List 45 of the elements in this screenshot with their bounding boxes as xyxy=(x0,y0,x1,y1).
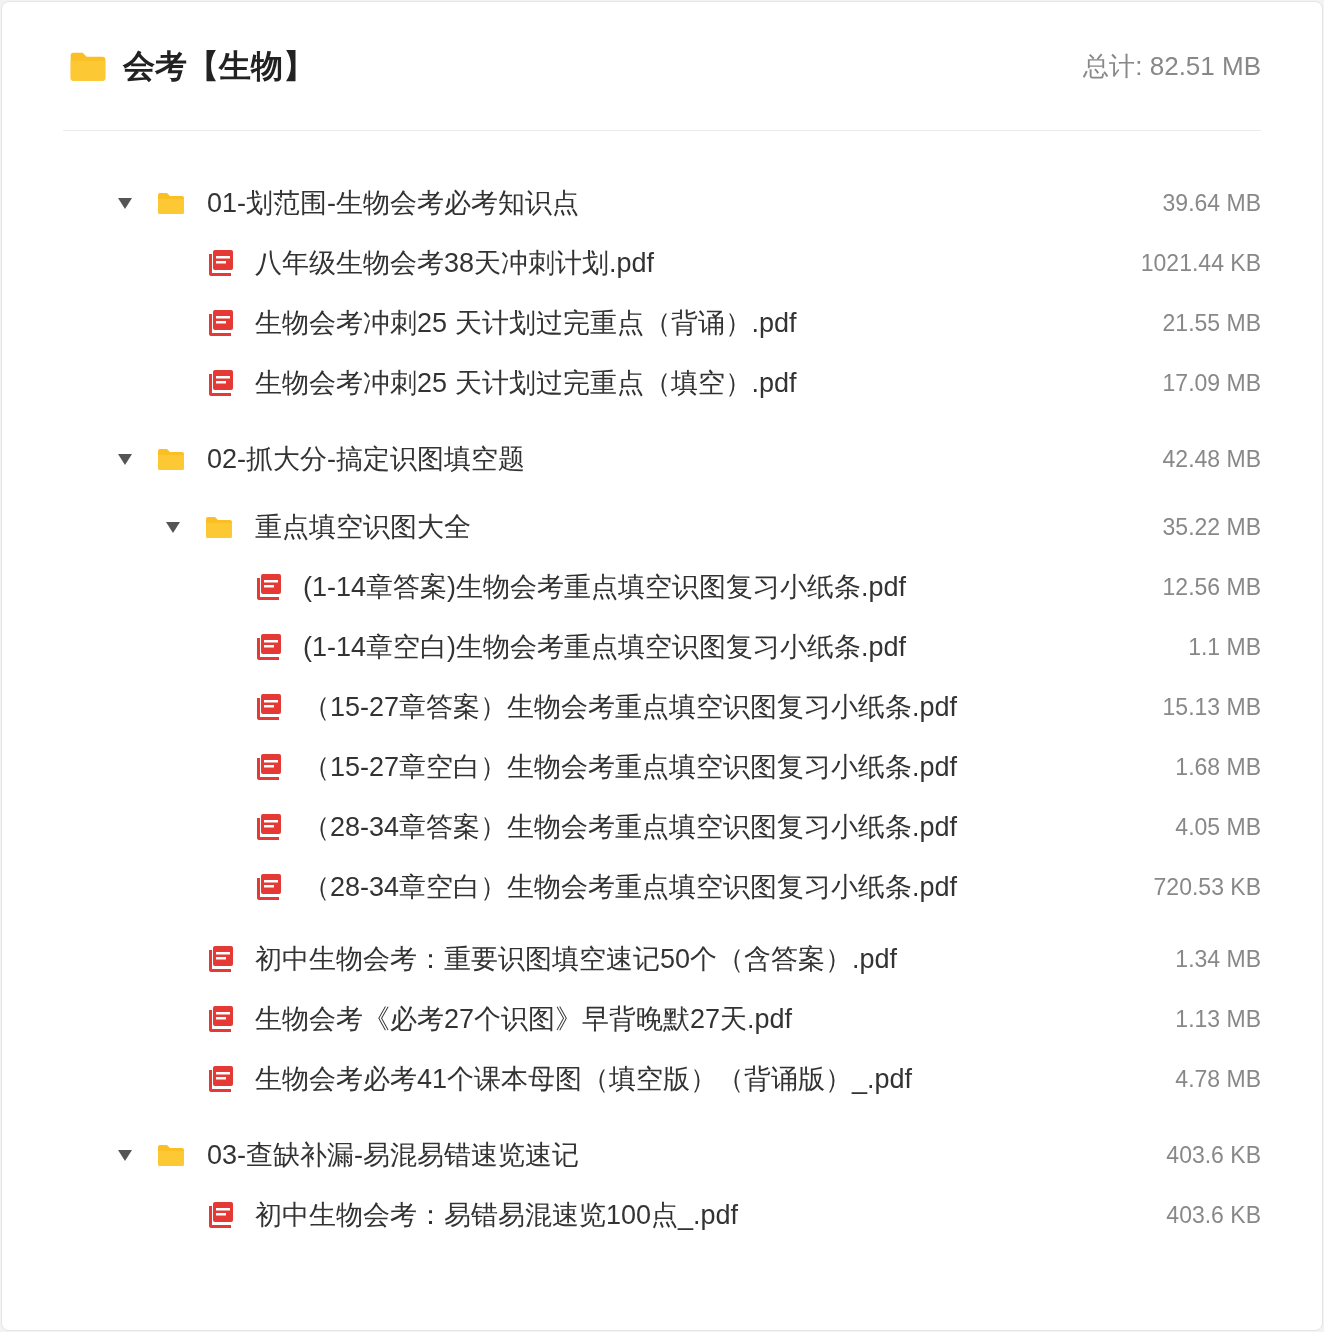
file-name[interactable]: （15-27章空白）生物会考重点填空识图复习小纸条.pdf xyxy=(303,746,958,788)
page-title: 会考【生物】 xyxy=(123,47,315,86)
file-size: 42.48 MB xyxy=(1162,444,1261,474)
folder-icon xyxy=(157,447,185,471)
folder-name[interactable]: 02-抓大分-搞定识图填空题 xyxy=(207,438,525,480)
file-name[interactable]: (1-14章空白)生物会考重点填空识图复习小纸条.pdf xyxy=(303,626,907,668)
caret-icon[interactable] xyxy=(117,452,133,466)
folder-icon xyxy=(157,1143,185,1167)
caret-icon[interactable] xyxy=(117,1148,133,1162)
folder-icon xyxy=(205,515,233,539)
file-size: 35.22 MB xyxy=(1162,512,1261,542)
file-name[interactable]: 八年级生物会考38天冲刺计划.pdf xyxy=(255,242,655,284)
file-name[interactable]: 初中生物会考：重要识图填空速记50个（含答案）.pdf xyxy=(255,938,898,980)
file-size: 1.34 MB xyxy=(1175,944,1261,974)
file-size: 39.64 MB xyxy=(1162,188,1261,218)
file-size: 1.13 MB xyxy=(1175,1004,1261,1034)
file-size: 4.05 MB xyxy=(1175,812,1261,842)
caret-icon[interactable] xyxy=(117,196,133,210)
caret-icon[interactable] xyxy=(165,520,181,534)
file-size: 4.78 MB xyxy=(1175,1064,1261,1094)
total-size: 总计: 82.51 MB xyxy=(1083,49,1261,83)
file-name[interactable]: 生物会考《必考27个识图》早背晚默27天.pdf xyxy=(255,998,793,1040)
file-name[interactable]: 生物会考必考41个课本母图（填空版）（背诵版）_.pdf xyxy=(255,1058,913,1100)
file-size: 720.53 KB xyxy=(1153,872,1261,902)
file-size: 12.56 MB xyxy=(1162,572,1261,602)
file-size: 403.6 KB xyxy=(1166,1200,1261,1230)
folder-icon xyxy=(69,50,107,82)
file-name[interactable]: 生物会考冲刺25 天计划过完重点（填空）.pdf xyxy=(255,362,797,404)
folder-icon xyxy=(157,191,185,215)
file-name[interactable]: （15-27章答案）生物会考重点填空识图复习小纸条.pdf xyxy=(303,686,958,728)
file-size: 1.1 MB xyxy=(1188,632,1261,662)
file-name[interactable]: （28-34章答案）生物会考重点填空识图复习小纸条.pdf xyxy=(303,806,958,848)
folder-name[interactable]: 重点填空识图大全 xyxy=(255,506,471,548)
file-size: 21.55 MB xyxy=(1162,308,1261,338)
file-name[interactable]: 初中生物会考：易错易混速览100点_.pdf xyxy=(255,1194,739,1236)
file-size: 403.6 KB xyxy=(1166,1140,1261,1170)
file-size: 15.13 MB xyxy=(1162,692,1261,722)
file-size: 1021.44 KB xyxy=(1140,248,1261,278)
file-name[interactable]: （28-34章空白）生物会考重点填空识图复习小纸条.pdf xyxy=(303,866,958,908)
file-name[interactable]: (1-14章答案)生物会考重点填空识图复习小纸条.pdf xyxy=(303,566,907,608)
file-size: 1.68 MB xyxy=(1175,752,1261,782)
file-size: 17.09 MB xyxy=(1162,368,1261,398)
folder-name[interactable]: 01-划范围-生物会考必考知识点 xyxy=(207,182,579,224)
file-name[interactable]: 生物会考冲刺25 天计划过完重点（背诵）.pdf xyxy=(255,302,797,344)
folder-name[interactable]: 03-查缺补漏-易混易错速览速记 xyxy=(207,1134,579,1176)
